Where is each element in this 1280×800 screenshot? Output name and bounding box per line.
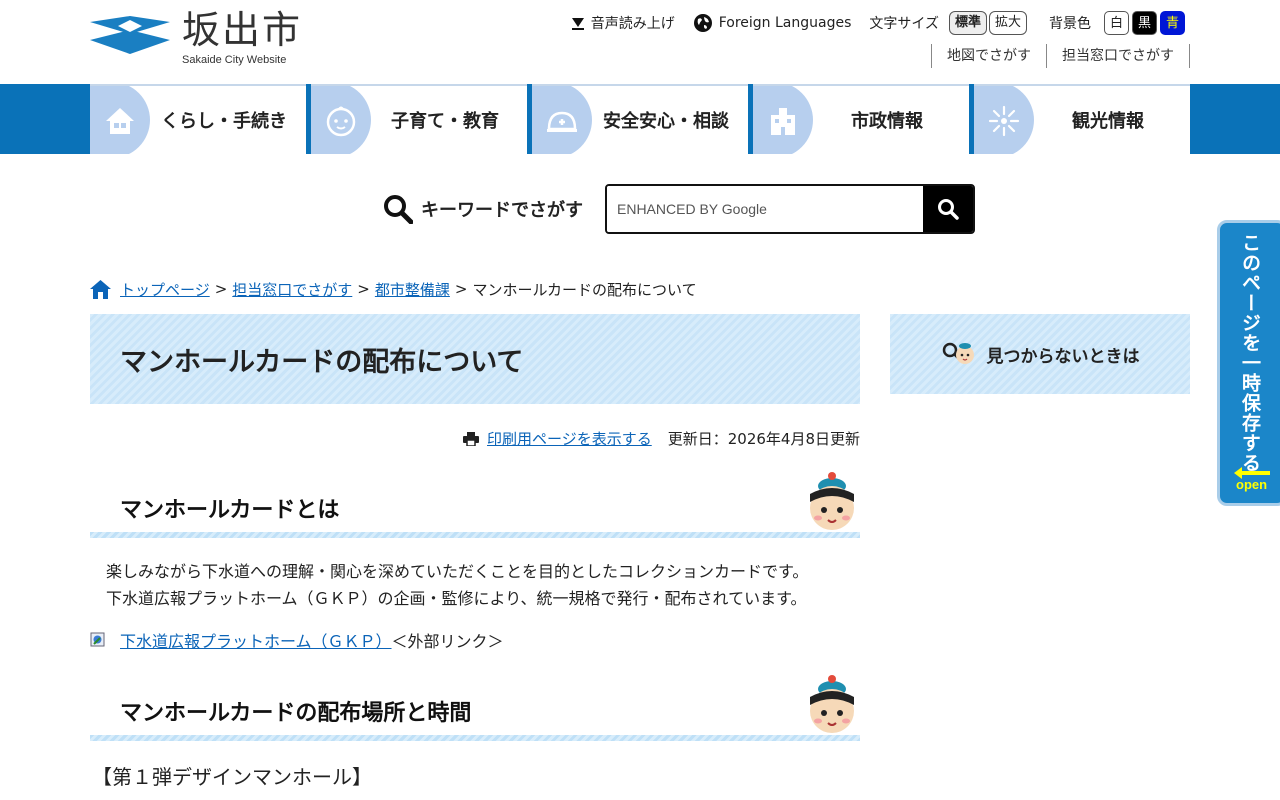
printer-icon — [463, 431, 480, 446]
section-heading-2: マンホールカードの配布場所と時間 — [90, 675, 860, 741]
speech-icon — [571, 16, 585, 30]
bg-black-button[interactable]: 黒 — [1132, 11, 1157, 35]
open-label: open — [1236, 477, 1268, 492]
search-box — [605, 184, 975, 234]
nav-label-city: 市政情報 — [851, 111, 923, 132]
foreign-languages-link[interactable]: Foreign Languages — [693, 13, 852, 33]
breadcrumb-current: マンホールカードの配布について — [472, 280, 697, 299]
building-icon — [771, 108, 795, 135]
font-size-large-button[interactable]: 拡大 — [988, 11, 1027, 35]
section-title-2: マンホールカードの配布場所と時間 — [120, 701, 472, 726]
font-size-standard-button[interactable]: 標準 — [948, 11, 987, 35]
speech-label: 音声読み上げ — [590, 16, 675, 32]
print-link[interactable]: 印刷用ページを表示する — [463, 428, 652, 449]
page-title: マンホールカードの配布について — [120, 346, 524, 378]
font-size-label: 文字サイズ — [869, 16, 939, 32]
font-size-group: 標準 拡大 — [948, 11, 1029, 35]
save-page-label: このページを一時保存する — [1239, 233, 1261, 473]
subheading-design: 【第１弾デザインマンホール】 — [92, 765, 372, 789]
site-header: 坂出市 Sakaide City Website 音声読み上げ Foreign … — [0, 0, 1280, 84]
bg-blue-button[interactable]: 青 — [1160, 11, 1185, 35]
updated-date: 更新日：2026年4月8日更新 — [667, 430, 860, 448]
body-paragraph-1: 楽しみながら下水道への理解・関心を深めていただくことを目的としたコレクションカー… — [106, 562, 809, 581]
site-subtitle: Sakaide City Website — [182, 54, 287, 66]
search-label-text: キーワードでさがす — [421, 200, 583, 221]
helmet-icon — [547, 111, 577, 132]
search-input[interactable] — [607, 186, 923, 232]
not-found-link[interactable]: 見つからないときは — [890, 314, 1190, 394]
breadcrumb-home-link[interactable]: トップページ — [120, 279, 210, 300]
home-icon — [90, 279, 111, 299]
search-mascot-icon — [941, 339, 975, 369]
nav-item-childcare[interactable]: 子育て・教育 — [311, 84, 527, 154]
nav-label-safety: 安全安心・相談 — [603, 111, 729, 132]
section-heading-1: マンホールカードとは — [90, 472, 860, 538]
site-logo[interactable]: 坂出市 Sakaide City Website — [90, 8, 310, 70]
external-link-row: 下水道広報プラットホーム（ＧＫＰ） ＜外部リンク＞ — [90, 628, 504, 652]
magnifier-icon — [383, 194, 413, 224]
gkp-link[interactable]: 下水道広報プラットホーム（ＧＫＰ） — [120, 628, 392, 652]
logo-mark — [90, 16, 170, 54]
nav-item-tourism[interactable]: 観光情報 — [974, 84, 1190, 154]
search-label: キーワードでさがす — [383, 194, 583, 224]
nav-item-life[interactable]: くらし・手続き — [90, 84, 306, 154]
breadcrumb-separator: > — [214, 280, 228, 298]
site-search: キーワードでさがす — [383, 184, 975, 234]
bg-color-label: 背景色 — [1049, 16, 1091, 32]
nav-item-city[interactable]: 市政情報 — [753, 84, 969, 154]
page-title-box: マンホールカードの配布について — [90, 314, 860, 404]
breadcrumb-separator: > — [357, 280, 370, 298]
save-page-tab[interactable]: このページを一時保存する open — [1217, 220, 1280, 506]
nav-label-childcare: 子育て・教育 — [391, 111, 499, 132]
header-sublinks: 地図でさがす 担当窓口でさがす — [931, 44, 1190, 68]
page-meta: 印刷用ページを表示する 更新日：2026年4月8日更新 — [90, 428, 860, 449]
search-icon — [938, 199, 959, 220]
print-link-text[interactable]: 印刷用ページを表示する — [487, 428, 652, 449]
mascot-icon — [810, 675, 854, 733]
globe-icon — [693, 13, 713, 33]
nav-label-life: くらし・手続き — [161, 111, 287, 132]
breadcrumb-separator: > — [454, 280, 468, 298]
external-link-note: ＜外部リンク＞ — [391, 632, 504, 651]
foreign-languages-label: Foreign Languages — [718, 15, 852, 31]
speech-link[interactable]: 音声読み上げ — [571, 13, 675, 33]
search-button[interactable] — [923, 186, 973, 232]
map-search-link[interactable]: 地図でさがす — [931, 44, 1046, 68]
nav-label-tourism: 観光情報 — [1072, 111, 1144, 132]
house-icon — [106, 108, 134, 134]
bg-white-button[interactable]: 白 — [1104, 11, 1129, 35]
mascot-icon — [810, 472, 854, 530]
nav-item-safety[interactable]: 安全安心・相談 — [532, 84, 748, 154]
section-title-1: マンホールカードとは — [120, 498, 340, 523]
breadcrumb-dept-link[interactable]: 都市整備課 — [375, 279, 450, 300]
breadcrumb: トップページ > 担当窓口でさがす > 都市整備課 > マンホールカードの配布に… — [90, 277, 697, 301]
external-link-icon — [90, 632, 106, 648]
body-paragraph-2: 下水道広報プラットホーム（ＧＫＰ）の企画・監修により、統一規格で発行・配布されて… — [106, 589, 807, 608]
global-nav: くらし・手続き 子育て・教育 安全安心・相談 市政情報 観光情報 — [0, 84, 1280, 154]
baby-icon — [326, 106, 356, 137]
utility-toolbar: 音声読み上げ Foreign Languages 文字サイズ 標準 拡大 背景色… — [571, 10, 1185, 36]
office-search-link[interactable]: 担当窓口でさがす — [1046, 44, 1190, 68]
site-name: 坂出市 — [182, 8, 303, 52]
firework-icon — [988, 105, 1020, 137]
breadcrumb-office-link[interactable]: 担当窓口でさがす — [232, 279, 352, 300]
not-found-label: 見つからないときは — [986, 346, 1140, 367]
